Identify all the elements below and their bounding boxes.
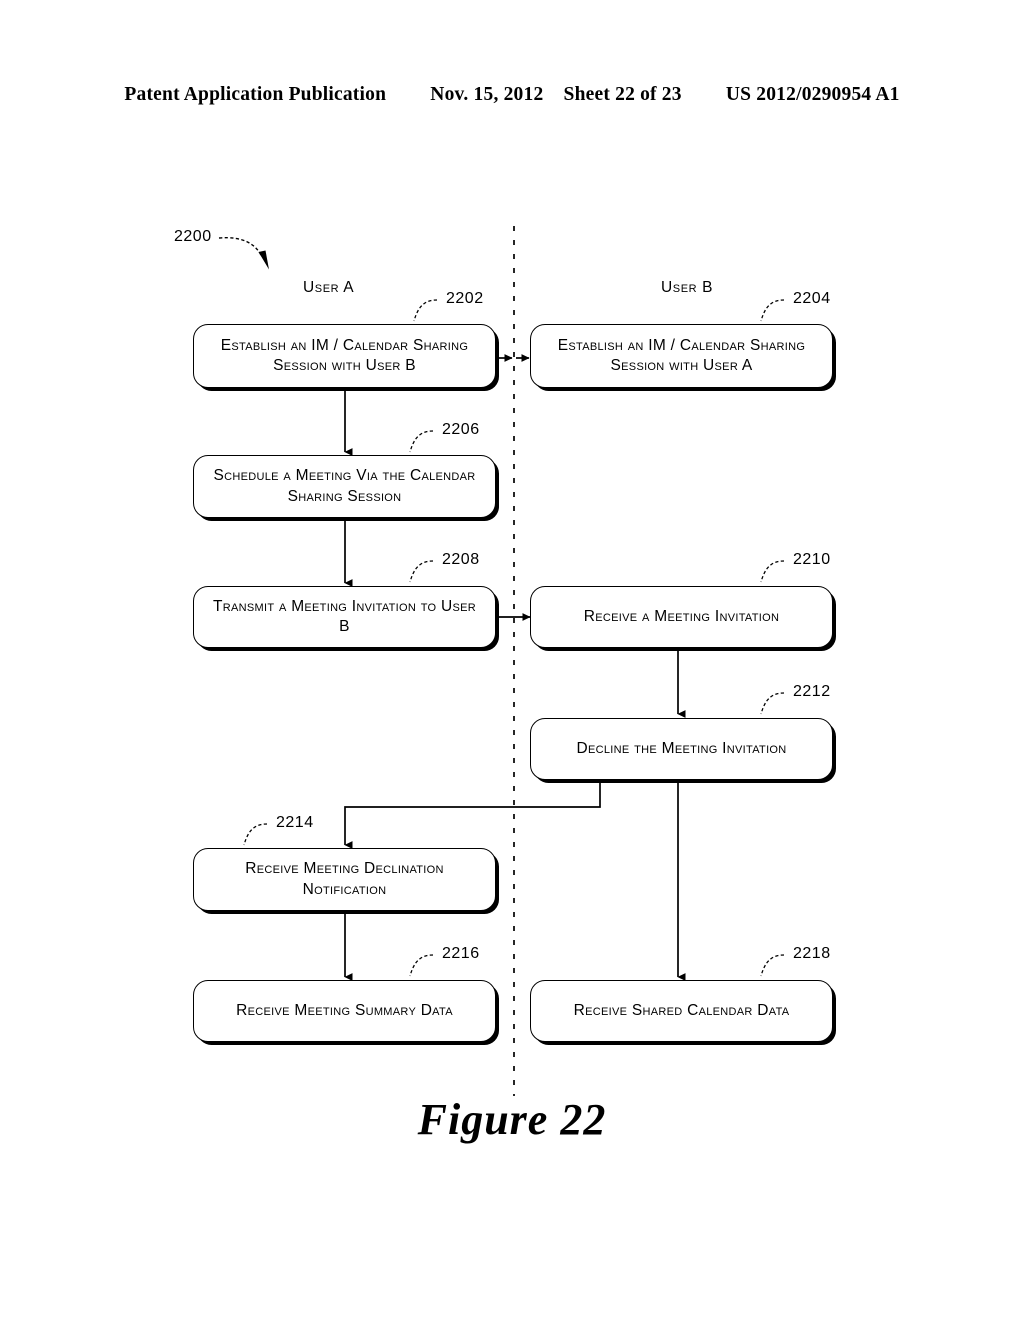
leader-2210 xyxy=(760,560,785,583)
leader-2216 xyxy=(409,954,434,977)
node-label: Establish an IM / Calendar Sharing Sessi… xyxy=(557,336,806,374)
ref-numeral-2210: 2210 xyxy=(793,551,831,568)
ref-numeral-2214: 2214 xyxy=(276,814,314,831)
figure-caption: Figure 22 xyxy=(417,1095,607,1144)
node-label: Receive Meeting Summary Data xyxy=(236,1001,453,1019)
ref-numeral-2202: 2202 xyxy=(446,290,484,307)
ref-numeral-2216: 2216 xyxy=(442,945,480,962)
node-receive-meeting-summary-data[interactable]: Receive Meeting Summary Data xyxy=(193,980,496,1042)
node-label: Schedule a Meeting Via the Calendar Shar… xyxy=(213,467,476,505)
leader-2212 xyxy=(760,692,785,715)
lane-title-user-b: User B xyxy=(661,279,714,296)
node-transmit-meeting-invitation[interactable]: Transmit a Meeting Invitation to User B xyxy=(193,586,496,648)
node-label: Decline the Meeting Invitation xyxy=(576,739,787,757)
leader-2208 xyxy=(409,560,434,583)
ref-numeral-2208: 2208 xyxy=(442,551,480,568)
node-label: Receive Shared Calendar Data xyxy=(573,1001,790,1019)
node-establish-session-user-a[interactable]: Establish an IM / Calendar Sharing Sessi… xyxy=(530,324,833,388)
connector-2212-to-2214 xyxy=(344,780,601,849)
lane-title-user-a: User A xyxy=(303,279,355,296)
leader-2200-arrowhead xyxy=(258,250,269,270)
node-label: Receive Meeting Declination Notification xyxy=(245,860,444,898)
leader-2218 xyxy=(760,954,785,977)
ref-numeral-2204: 2204 xyxy=(793,290,831,307)
leader-2204 xyxy=(760,299,785,322)
ref-numeral-2206: 2206 xyxy=(442,421,480,438)
node-establish-session-user-b[interactable]: Establish an IM / Calendar Sharing Sessi… xyxy=(193,324,496,388)
leader-2200 xyxy=(218,237,263,258)
node-decline-meeting-invitation[interactable]: Decline the Meeting Invitation xyxy=(530,718,833,780)
node-schedule-meeting[interactable]: Schedule a Meeting Via the Calendar Shar… xyxy=(193,455,496,518)
ref-numeral-2218: 2218 xyxy=(793,945,831,962)
node-receive-declination-notification[interactable]: Receive Meeting Declination Notification xyxy=(193,848,496,911)
node-label: Transmit a Meeting Invitation to User B xyxy=(212,597,477,635)
leader-2202 xyxy=(413,299,438,322)
node-receive-shared-calendar-data[interactable]: Receive Shared Calendar Data xyxy=(530,980,833,1042)
ref-numeral-2200: 2200 xyxy=(174,228,212,245)
leader-2214 xyxy=(243,823,268,846)
leader-2206 xyxy=(409,430,434,453)
node-label: Establish an IM / Calendar Sharing Sessi… xyxy=(220,336,469,374)
node-receive-meeting-invitation[interactable]: Receive a Meeting Invitation xyxy=(530,586,833,648)
node-label: Receive a Meeting Invitation xyxy=(583,607,780,625)
ref-numeral-2212: 2212 xyxy=(793,683,831,700)
